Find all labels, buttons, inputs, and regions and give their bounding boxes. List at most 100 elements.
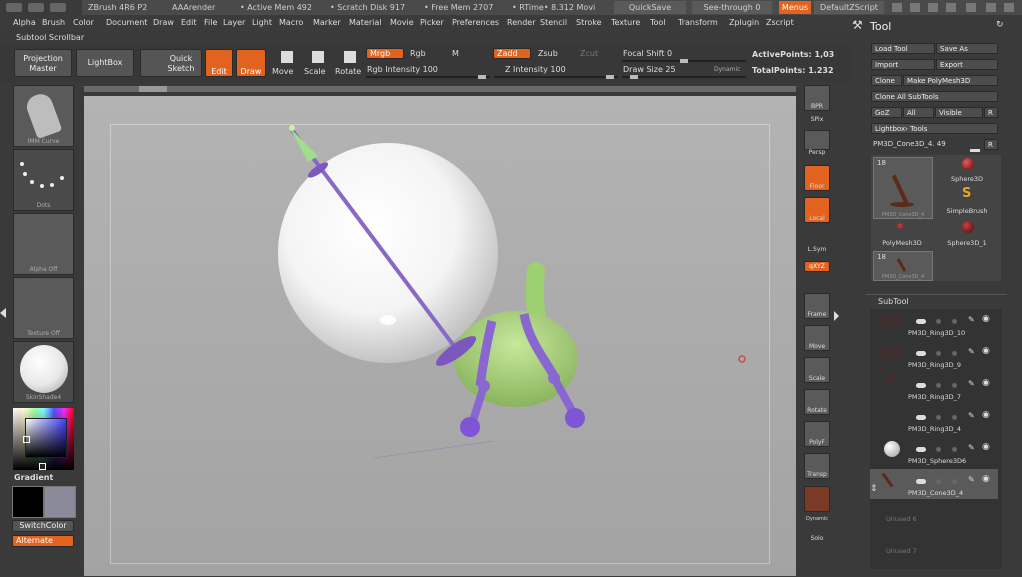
switch-color-button[interactable]: SwitchColor [12, 520, 74, 532]
draw-button[interactable]: Draw [236, 49, 266, 77]
lightbox-tools-button[interactable]: Lightbox› Tools [871, 123, 998, 134]
material-thumbnail[interactable]: SkinShade4 [13, 341, 74, 403]
import-button[interactable]: Import [871, 59, 935, 70]
menu-texture[interactable]: Texture [611, 15, 640, 31]
subtool-option-dot[interactable] [936, 319, 941, 324]
menu-picker[interactable]: Picker [420, 15, 444, 31]
tool-thumb-sphere3d-1[interactable]: Sphere3D_1 [935, 219, 999, 249]
subtool-row-ring9[interactable]: ✎ ◉ PM3D_Ring3D_9 [870, 341, 1000, 371]
eye-icon[interactable]: ◉ [982, 378, 990, 388]
subtool-visibility-toggle[interactable] [916, 383, 926, 388]
goz-r-button[interactable]: R [984, 107, 998, 118]
reset-icon[interactable]: ↻ [996, 20, 1004, 30]
menu-render[interactable]: Render [507, 15, 535, 31]
tool-thumb-simplebrush[interactable]: S SimpleBrush [935, 185, 999, 217]
zcut-button[interactable]: Zcut [580, 49, 598, 58]
brush-edit-icon[interactable]: ✎ [968, 379, 975, 388]
menu-alpha[interactable]: Alpha [13, 15, 36, 31]
menu-light[interactable]: Light [252, 15, 272, 31]
eye-icon[interactable]: ◉ [982, 314, 990, 324]
subtool-visibility-toggle[interactable] [916, 415, 926, 420]
projection-master-button[interactable]: Projection Master [14, 49, 72, 77]
menu-stencil[interactable]: Stencil [540, 15, 567, 31]
zadd-button[interactable]: Zadd [493, 48, 531, 59]
canvas-viewport[interactable] [84, 84, 796, 576]
gradient-label[interactable]: Gradient [14, 473, 53, 482]
canvas-horizontal-scroll[interactable] [84, 86, 796, 92]
brush-edit-icon[interactable]: ✎ [968, 475, 975, 484]
subtool-scrollbar[interactable]: Subtool Scrollbar [0, 31, 850, 45]
subtool-option-dot[interactable] [936, 447, 941, 452]
subtool-option-dot[interactable] [936, 383, 941, 388]
alpha-thumbnail[interactable]: Alpha Off [13, 213, 74, 275]
subtool-option-dot[interactable] [936, 415, 941, 420]
subtool-option-dot[interactable] [952, 383, 957, 388]
subtool-option-dot[interactable] [936, 351, 941, 356]
save-as-button[interactable]: Save As [936, 43, 998, 54]
focal-shift-slider[interactable] [622, 59, 746, 63]
menu-macro[interactable]: Macro [279, 15, 303, 31]
subtool-option-dot[interactable] [952, 351, 957, 356]
menu-color[interactable]: Color [73, 15, 94, 31]
subtool-option-dot[interactable] [952, 319, 957, 324]
eye-icon[interactable]: ◉ [982, 410, 990, 420]
menu-movie[interactable]: Movie [390, 15, 414, 31]
eye-icon[interactable]: ◉ [982, 442, 990, 452]
goz-all-button[interactable]: All [903, 107, 934, 118]
menu-edit[interactable]: Edit [181, 15, 197, 31]
subtool-row-ring7[interactable]: ✎ ◉ PM3D_Ring3D_7 [870, 373, 1000, 403]
script-button[interactable]: DefaultZScript [814, 1, 884, 14]
menu-brush[interactable]: Brush [42, 15, 65, 31]
subtool-option-dot[interactable] [936, 479, 941, 484]
menu-layer[interactable]: Layer [223, 15, 245, 31]
collapse-left-icon[interactable] [0, 308, 6, 318]
aarender-toggle[interactable]: AAArender [172, 0, 215, 15]
subtool-row-sphere[interactable]: ✎ ◉ PM3D_Sphere3D6 [870, 437, 1000, 467]
lightbox-button[interactable]: LightBox [76, 49, 134, 77]
color-picker[interactable] [13, 408, 74, 470]
tool-thumb-sphere3d[interactable]: Sphere3D [935, 155, 999, 185]
edit-button[interactable]: Edit [205, 49, 233, 77]
rgb-intensity-slider[interactable] [366, 75, 490, 79]
menu-preferences[interactable]: Preferences [452, 15, 499, 31]
subtool-option-dot[interactable] [952, 479, 957, 484]
brush-edit-icon[interactable]: ✎ [968, 443, 975, 452]
primary-color-swatch[interactable] [12, 486, 44, 518]
tool-palette-header[interactable]: ⚒ Tool ↻ [852, 15, 1007, 37]
zsub-button[interactable]: Zsub [538, 49, 558, 58]
move-button[interactable]: Move [272, 67, 293, 76]
brush-edit-icon[interactable]: ✎ [968, 315, 975, 324]
tool-r-button[interactable]: R [984, 139, 998, 150]
secondary-color-swatch[interactable] [44, 486, 76, 518]
subtool-visibility-toggle[interactable] [916, 479, 926, 484]
dynamic-toggle[interactable]: Dynamic [714, 66, 740, 73]
canvas-scroll-thumb[interactable] [139, 86, 167, 92]
tool-thumb-polymesh3d[interactable]: ✶ PolyMesh3D [873, 219, 931, 249]
eye-icon[interactable]: ◉ [982, 346, 990, 356]
menu-file[interactable]: File [204, 15, 217, 31]
3d-model[interactable] [84, 96, 796, 576]
eye-icon[interactable]: ◉ [982, 474, 990, 484]
subtool-option-dot[interactable] [952, 415, 957, 420]
menu-zscript[interactable]: Zscript [766, 15, 794, 31]
color-square[interactable] [25, 418, 67, 458]
menu-material[interactable]: Material [349, 15, 382, 31]
clone-all-subtools-button[interactable]: Clone All SubTools [871, 91, 998, 102]
tool-thumb-cone-2[interactable]: 18 PM3D_Cone3D_4 [873, 251, 933, 281]
menus-button[interactable]: Menus [779, 1, 811, 14]
subtool-visibility-toggle[interactable] [916, 351, 926, 356]
brush-edit-icon[interactable]: ✎ [968, 347, 975, 356]
see-through-slider[interactable]: See-through 0 [692, 1, 772, 14]
ghost-button[interactable] [804, 486, 830, 512]
menu-zplugin[interactable]: Zplugin [729, 15, 759, 31]
draw-size-slider[interactable] [622, 75, 746, 79]
menu-marker[interactable]: Marker [313, 15, 341, 31]
stroke-thumbnail[interactable]: Dots [13, 149, 74, 211]
subtool-row-ring10[interactable]: ✎ ◉ PM3D_Ring3D_10 [870, 309, 1000, 339]
brush-edit-icon[interactable]: ✎ [968, 411, 975, 420]
quick-sketch-button[interactable]: Quick Sketch [140, 49, 202, 77]
scale-button[interactable]: Scale [304, 67, 326, 76]
menu-tool[interactable]: Tool [650, 15, 666, 31]
rotate-button[interactable]: Rotate [335, 67, 361, 76]
texture-thumbnail[interactable]: Texture Off [13, 277, 74, 339]
